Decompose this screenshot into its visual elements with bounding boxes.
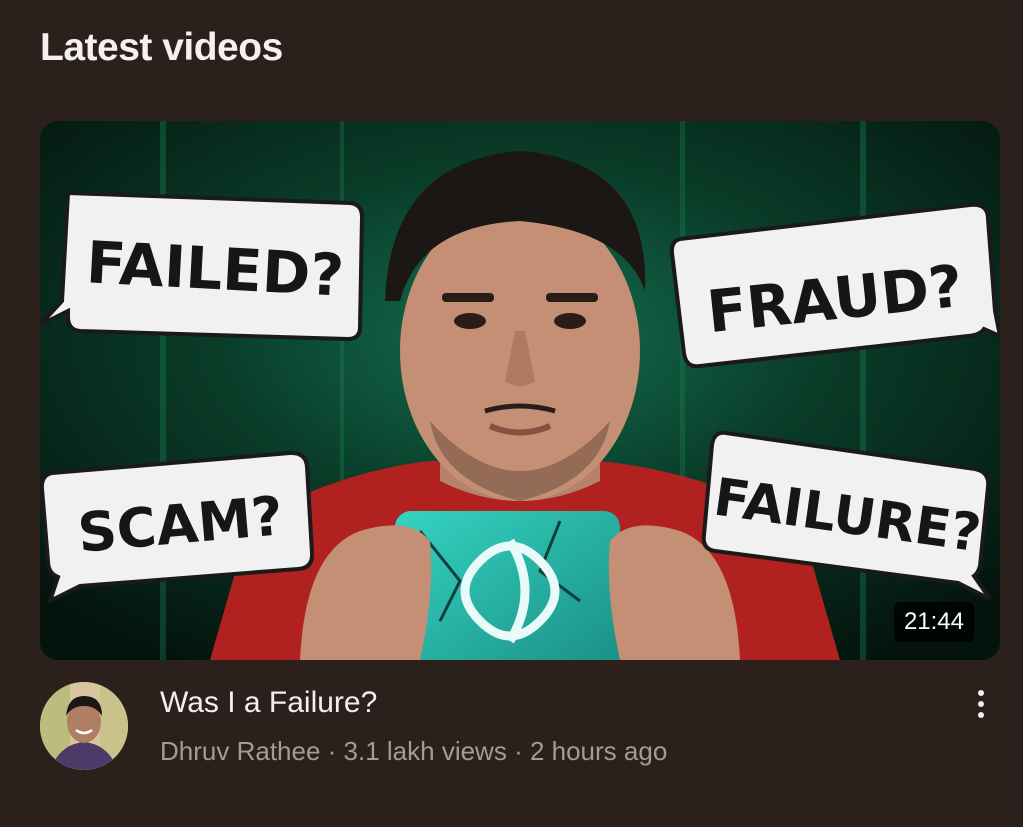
- dot: [978, 690, 984, 696]
- bubble-failed: FAILED?: [40, 190, 365, 342]
- video-meta: Was I a Failure? Dhruv Rathee · 3.1 lakh…: [40, 680, 1000, 780]
- avatar-image: [40, 682, 128, 770]
- upload-age: 2 hours ago: [529, 736, 668, 766]
- dot: [978, 712, 984, 718]
- duration-badge: 21:44: [893, 602, 974, 642]
- thumbnail-art: FAILED? FRAUD? SCAM? FAILURE?: [40, 121, 1000, 660]
- video-thumbnail[interactable]: FAILED? FRAUD? SCAM? FAILURE? 21:44: [40, 121, 1000, 660]
- video-title[interactable]: Was I a Failure?: [160, 686, 377, 720]
- video-subtitle: Dhruv Rathee · 3.1 lakh views · 2 hours …: [160, 736, 667, 767]
- channel-avatar[interactable]: [40, 682, 128, 770]
- channel-name[interactable]: Dhruv Rathee: [160, 736, 320, 766]
- view-count: 3.1 lakh views: [343, 736, 507, 766]
- separator: ·: [506, 736, 530, 766]
- dot: [978, 701, 984, 707]
- separator: ·: [320, 736, 344, 766]
- more-vert-icon[interactable]: [966, 684, 996, 724]
- section-title: Latest videos: [40, 26, 283, 69]
- bubble-text-failed: FAILED?: [85, 228, 346, 309]
